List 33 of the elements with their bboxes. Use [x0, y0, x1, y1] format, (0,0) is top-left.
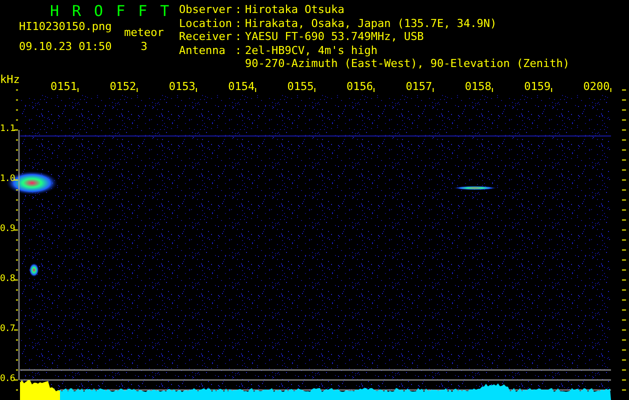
field-label: Antenna	[179, 44, 226, 58]
separator: :	[235, 30, 243, 44]
frequency-label: 0.7	[0, 323, 15, 336]
field-value: 2el-HB9CV, 4m's high	[245, 44, 378, 57]
time-label: 0156	[346, 80, 373, 94]
count-label: meteor	[124, 26, 164, 40]
time-label: 0200	[582, 80, 610, 94]
meteor-count: 3	[140, 40, 148, 53]
time-label: 0159	[523, 80, 551, 94]
frequency-label: 0.6	[0, 373, 15, 386]
frequency-label: 0.8	[0, 273, 15, 286]
separator: :	[235, 44, 243, 58]
separator: :	[235, 16, 243, 30]
frequency-label: 0.9	[0, 223, 15, 236]
time-label: 0158	[464, 80, 492, 94]
field-value: 90-270-Azimuth (East-West), 90-Elevation (Zenith)	[245, 57, 570, 70]
field-label: Location	[179, 16, 233, 30]
time-label: 0153	[168, 80, 196, 94]
field-value: Hirakata, Osaka, Japan (135.7E, 34.9N)	[245, 16, 497, 30]
time-label: 0155	[286, 80, 314, 94]
time-label: 0157	[404, 80, 432, 94]
frequency-label: 1.1	[0, 123, 15, 136]
date-time: 09.10.23 01:50	[19, 40, 112, 53]
frequency-label: 1.0	[0, 173, 15, 186]
field-value: YAESU FT-690 53.749MHz, USB	[245, 30, 424, 44]
file-name: HI10230150.png	[19, 20, 112, 34]
time-label: 0151	[50, 80, 77, 94]
field-label: Receiver	[179, 30, 233, 44]
axis-unit: kHz	[0, 73, 20, 86]
time-label: 0152	[108, 80, 136, 94]
time-label: 0154	[227, 80, 255, 94]
separator: :	[235, 3, 243, 16]
field-value: Hirotaka Otsuka	[245, 3, 344, 16]
